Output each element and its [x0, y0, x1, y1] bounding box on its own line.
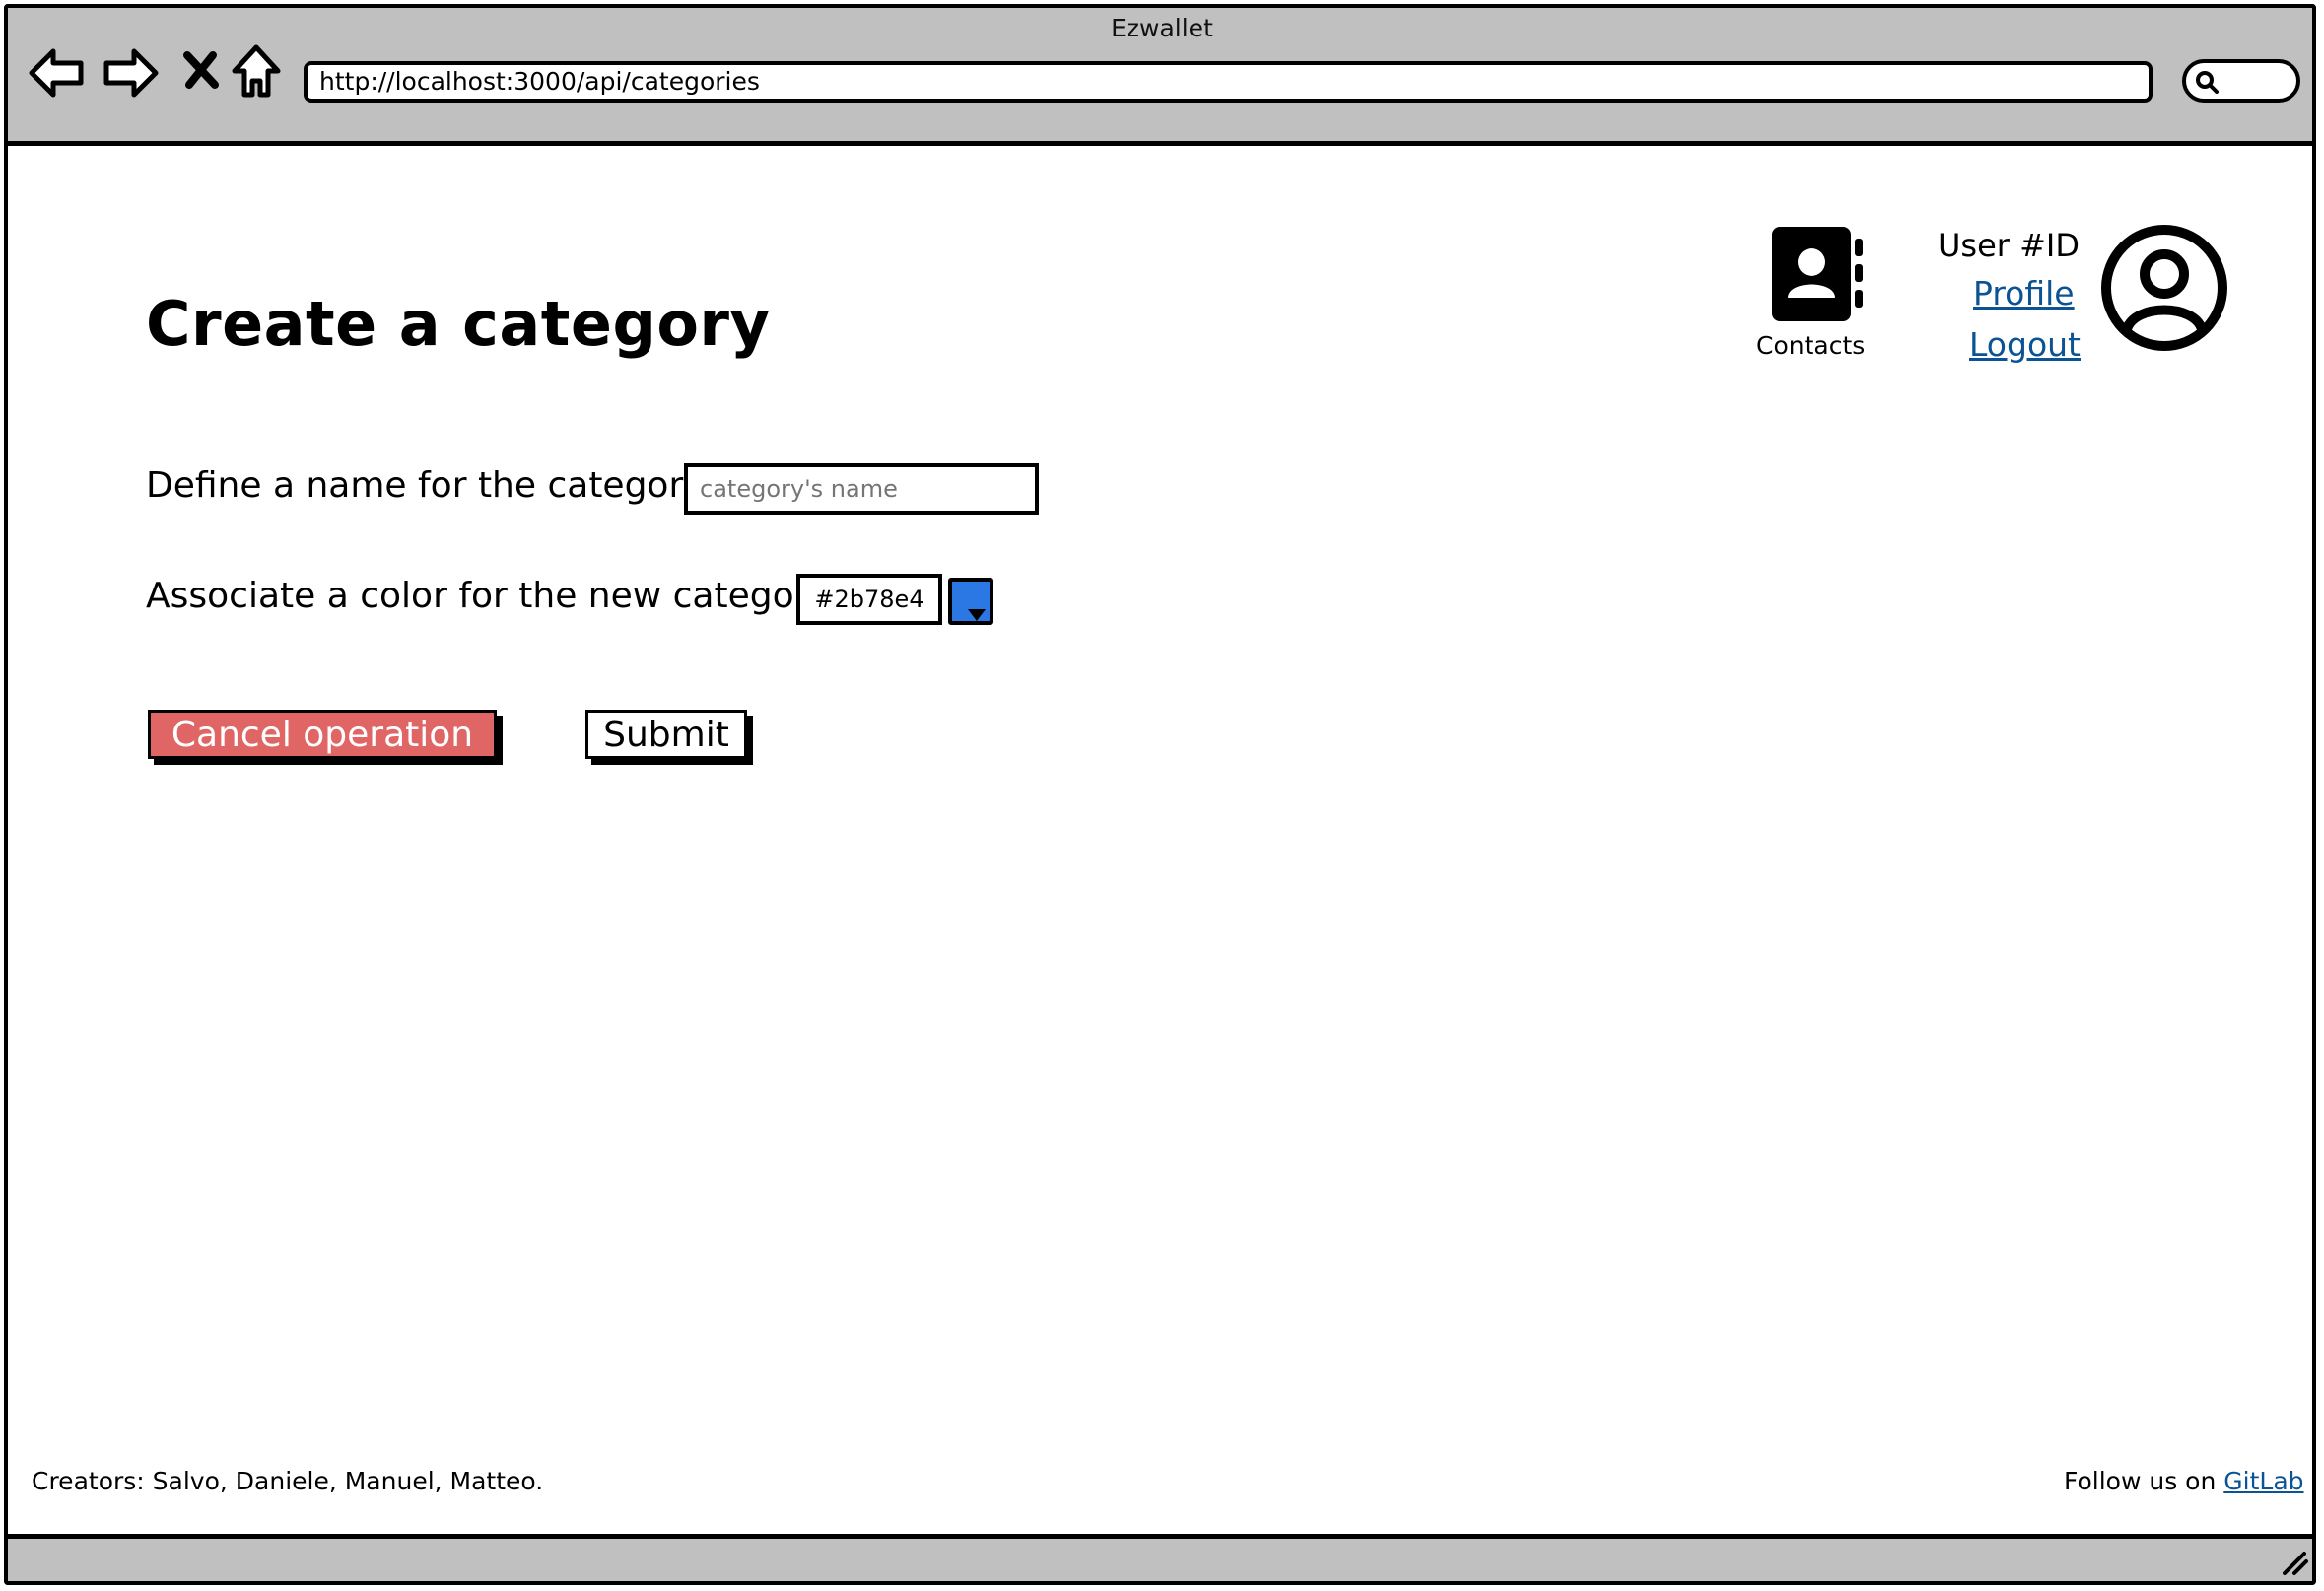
home-icon[interactable]: [227, 41, 286, 101]
gitlab-link[interactable]: GitLab: [2223, 1467, 2303, 1495]
color-hex-input[interactable]: [796, 574, 942, 625]
follow-us-label: Follow us on: [2064, 1467, 2217, 1495]
status-bar: [4, 1534, 2316, 1585]
contacts-label[interactable]: Contacts: [1756, 331, 1865, 360]
submit-button[interactable]: Submit: [585, 710, 747, 759]
follow-us-text: Follow us on GitLab: [2064, 1467, 2304, 1495]
category-name-input[interactable]: [684, 463, 1039, 515]
user-avatar-icon[interactable]: [2099, 223, 2229, 353]
browser-search-box[interactable]: [2182, 59, 2300, 103]
category-color-label: Associate a color for the new category:: [146, 576, 840, 616]
chevron-down-icon: [968, 609, 986, 621]
user-id-label: User #ID: [1938, 227, 2080, 264]
cancel-button[interactable]: Cancel operation: [148, 710, 497, 759]
logout-link[interactable]: Logout: [1969, 325, 2081, 364]
address-bar[interactable]: http://localhost:3000/api/categories: [304, 61, 2153, 103]
contacts-book-icon[interactable]: [1770, 225, 1865, 323]
page-title: Create a category: [146, 288, 771, 360]
search-icon: [2196, 71, 2219, 94]
close-icon[interactable]: [181, 49, 221, 91]
window-title: Ezwallet: [1111, 14, 1213, 42]
forward-arrow-icon[interactable]: [101, 43, 160, 103]
back-arrow-icon[interactable]: [28, 43, 87, 103]
profile-link[interactable]: Profile: [1973, 274, 2075, 312]
resize-grip-icon[interactable]: [2281, 1548, 2310, 1577]
category-name-label: Define a name for the category:: [146, 465, 715, 506]
creators-text: Creators: Salvo, Daniele, Manuel, Matteo…: [32, 1467, 544, 1495]
